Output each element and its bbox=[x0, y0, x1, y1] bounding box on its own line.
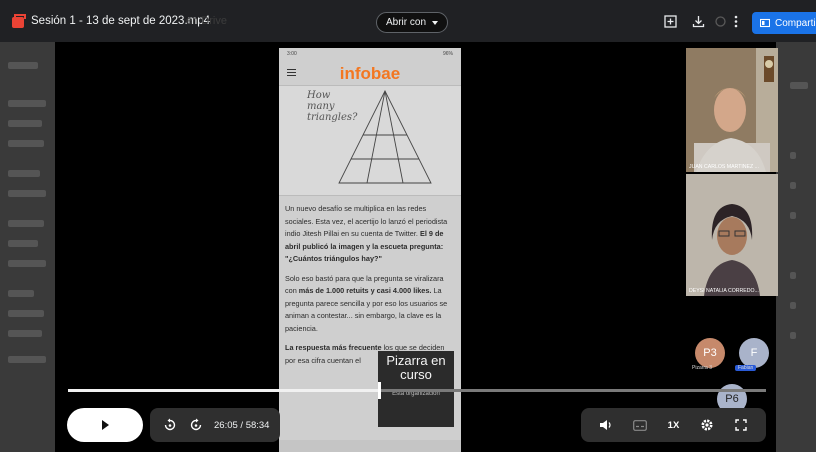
triangle-drawing bbox=[338, 89, 432, 184]
file-title: Sesión 1 - 13 de sept de 2023.mp4 bbox=[31, 15, 211, 27]
download-icon[interactable] bbox=[690, 13, 706, 29]
video-file-icon bbox=[12, 14, 26, 28]
camera-tile-1: JUAN CARLOS MARTINEZ ... bbox=[686, 48, 778, 172]
triangle-puzzle-image: How many triangles? bbox=[279, 86, 461, 196]
add-to-drive-icon[interactable] bbox=[662, 13, 678, 29]
fullscreen-icon[interactable] bbox=[733, 417, 749, 433]
drive-details-dimmed bbox=[776, 42, 816, 452]
open-with-button[interactable]: Abrir con bbox=[376, 12, 448, 33]
time-display: 26:05 / 58:34 bbox=[214, 419, 270, 431]
settings-icon[interactable] bbox=[699, 417, 715, 433]
share-icon bbox=[760, 18, 770, 28]
camera-name-1: JUAN CARLOS MARTINEZ ... bbox=[689, 164, 759, 170]
play-button[interactable] bbox=[67, 408, 143, 442]
viewer-top-bar: Sesión 1 - 13 de sept de 2023.mp4 en Dri… bbox=[0, 0, 816, 42]
phone-status-bar: 3:00 96% bbox=[287, 51, 453, 57]
play-icon bbox=[101, 420, 109, 430]
volume-icon[interactable] bbox=[598, 417, 614, 433]
seek-bar-progress bbox=[68, 389, 379, 392]
participant-avatar-f: F bbox=[739, 338, 769, 368]
player-options: 1X bbox=[581, 408, 766, 442]
camera-tile-2: DEYSI NATALIA CORREDO... bbox=[686, 174, 778, 296]
participant-video-2 bbox=[686, 174, 778, 296]
participant-avatar-p3: P3 bbox=[695, 338, 725, 368]
participant-caption-p3: Pizarra 3 bbox=[692, 365, 713, 371]
captions-icon[interactable] bbox=[632, 417, 648, 433]
more-icon[interactable] bbox=[728, 13, 744, 29]
seek-bar-thumb[interactable] bbox=[378, 382, 381, 399]
infobae-header: infobae bbox=[279, 60, 461, 86]
infobae-logo: infobae bbox=[339, 64, 401, 83]
playback-controls: 26:05 / 58:34 bbox=[150, 408, 280, 442]
whiteboard-title: Pizarra en curso bbox=[386, 353, 446, 382]
playback-speed-button[interactable]: 1X bbox=[665, 417, 681, 433]
participant-caption-f: Fabian bbox=[735, 365, 757, 371]
print-icon[interactable] bbox=[712, 13, 728, 29]
share-button[interactable]: Compartir bbox=[752, 12, 816, 34]
background-title: en Drive bbox=[186, 15, 227, 27]
rewind-10-icon[interactable] bbox=[162, 417, 178, 433]
camera-name-2: DEYSI NATALIA CORREDO... bbox=[689, 288, 759, 294]
drive-sidebar-dimmed bbox=[0, 42, 55, 452]
forward-10-icon[interactable] bbox=[188, 417, 204, 433]
chevron-down-icon bbox=[432, 20, 438, 25]
participant-video-1 bbox=[686, 48, 778, 172]
phone-nav-bar bbox=[279, 440, 461, 452]
